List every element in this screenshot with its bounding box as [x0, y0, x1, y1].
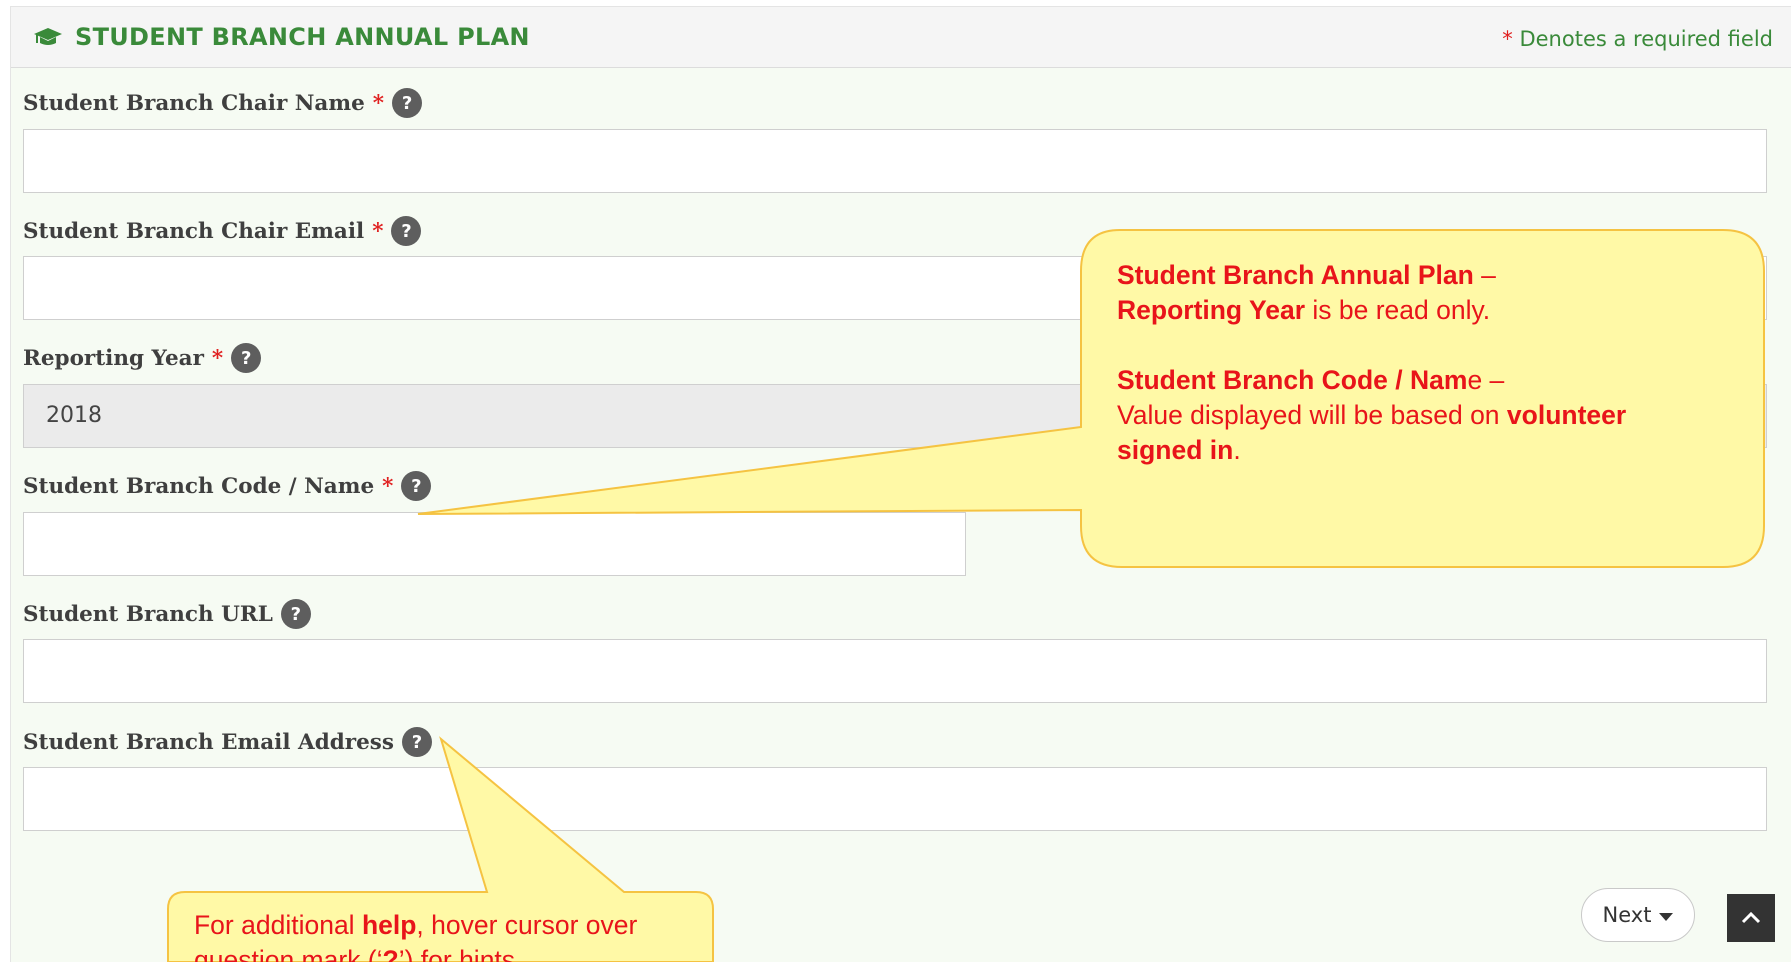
graduation-cap-icon [34, 28, 62, 45]
required-note-text: Denotes a required field [1512, 27, 1773, 51]
callout-plain: question mark (‘ [194, 945, 383, 962]
callout-plain: ’) for hints. [398, 945, 523, 962]
branch-email-label-text: Student Branch Email Address [23, 729, 394, 755]
branch-email-label: Student Branch Email Address ? [23, 727, 432, 757]
help-callout-text: For additional help, hover cursor over q… [194, 908, 714, 962]
required-star: * [382, 473, 394, 499]
required-star: * [372, 90, 385, 116]
branch-url-input[interactable] [23, 639, 1767, 703]
help-callout-line-2: question mark (‘?’) for hints. [194, 943, 714, 962]
branch-code-label: Student Branch Code / Name * ? [23, 471, 432, 501]
callout-line-2: Reporting Year is be read only. [1117, 293, 1737, 328]
callout-plain: e – [1467, 365, 1505, 395]
branch-code-label-text: Student Branch Code / Name [23, 473, 375, 499]
reporting-year-label: Reporting Year * ? [23, 343, 262, 373]
required-star: * [1502, 27, 1513, 51]
help-icon[interactable]: ? [231, 343, 262, 373]
help-icon[interactable]: ? [392, 88, 423, 118]
chair-name-input[interactable] [23, 129, 1767, 193]
panel-header: STUDENT BRANCH ANNUAL PLAN * Denotes a r… [11, 7, 1791, 68]
callout-line-1: Student Branch Annual Plan – [1117, 258, 1737, 293]
required-star: * [211, 345, 224, 371]
callout-plain: . [1233, 435, 1241, 465]
branch-url-label: Student Branch URL ? [23, 599, 311, 629]
callout-line-3: Student Branch Code / Name – [1117, 363, 1737, 398]
chevron-up-icon [1741, 911, 1761, 924]
page-title-text: STUDENT BRANCH ANNUAL PLAN [75, 23, 530, 51]
chair-email-label-text: Student Branch Chair Email [23, 218, 365, 244]
caret-down-icon [1659, 913, 1674, 921]
branch-url-label-text: Student Branch URL [23, 601, 273, 627]
callout-plain: – [1473, 260, 1496, 290]
help-icon[interactable]: ? [391, 216, 422, 246]
required-star: * [372, 218, 384, 244]
callout-bold: help [361, 910, 417, 940]
callout-line-4: Value displayed will be based on volunte… [1117, 398, 1707, 468]
callout-plain: For additional [194, 910, 362, 940]
callout-spacer [1117, 328, 1737, 363]
main-callout-text: Student Branch Annual Plan – Reporting Y… [1117, 258, 1737, 468]
reporting-year-label-text: Reporting Year [23, 345, 204, 371]
chair-name-label-text: Student Branch Chair Name [23, 90, 365, 116]
callout-bold: Student Branch Annual Plan [1117, 260, 1474, 290]
next-button[interactable]: Next [1581, 888, 1695, 942]
chair-name-label: Student Branch Chair Name * ? [23, 88, 423, 118]
required-field-note: * Denotes a required field [1502, 27, 1773, 51]
page-title: STUDENT BRANCH ANNUAL PLAN [33, 23, 530, 51]
chair-email-label: Student Branch Chair Email * ? [23, 216, 422, 246]
branch-code-input[interactable] [23, 512, 966, 576]
help-icon[interactable]: ? [401, 727, 432, 757]
scroll-top-button[interactable] [1727, 894, 1775, 942]
branch-email-input[interactable] [23, 767, 1767, 831]
help-icon[interactable]: ? [401, 471, 432, 501]
help-icon[interactable]: ? [280, 599, 311, 629]
callout-plain: is be read only. [1305, 295, 1491, 325]
next-button-label: Next [1602, 903, 1652, 927]
callout-plain: Value displayed will be based on [1117, 400, 1507, 430]
callout-bold: Student Branch Code / Nam [1117, 365, 1468, 395]
callout-plain: , hover cursor over [416, 910, 638, 940]
callout-bold: ? [382, 945, 399, 962]
help-callout-line-1: For additional help, hover cursor over [194, 908, 714, 943]
callout-bold: Reporting Year [1117, 295, 1306, 325]
